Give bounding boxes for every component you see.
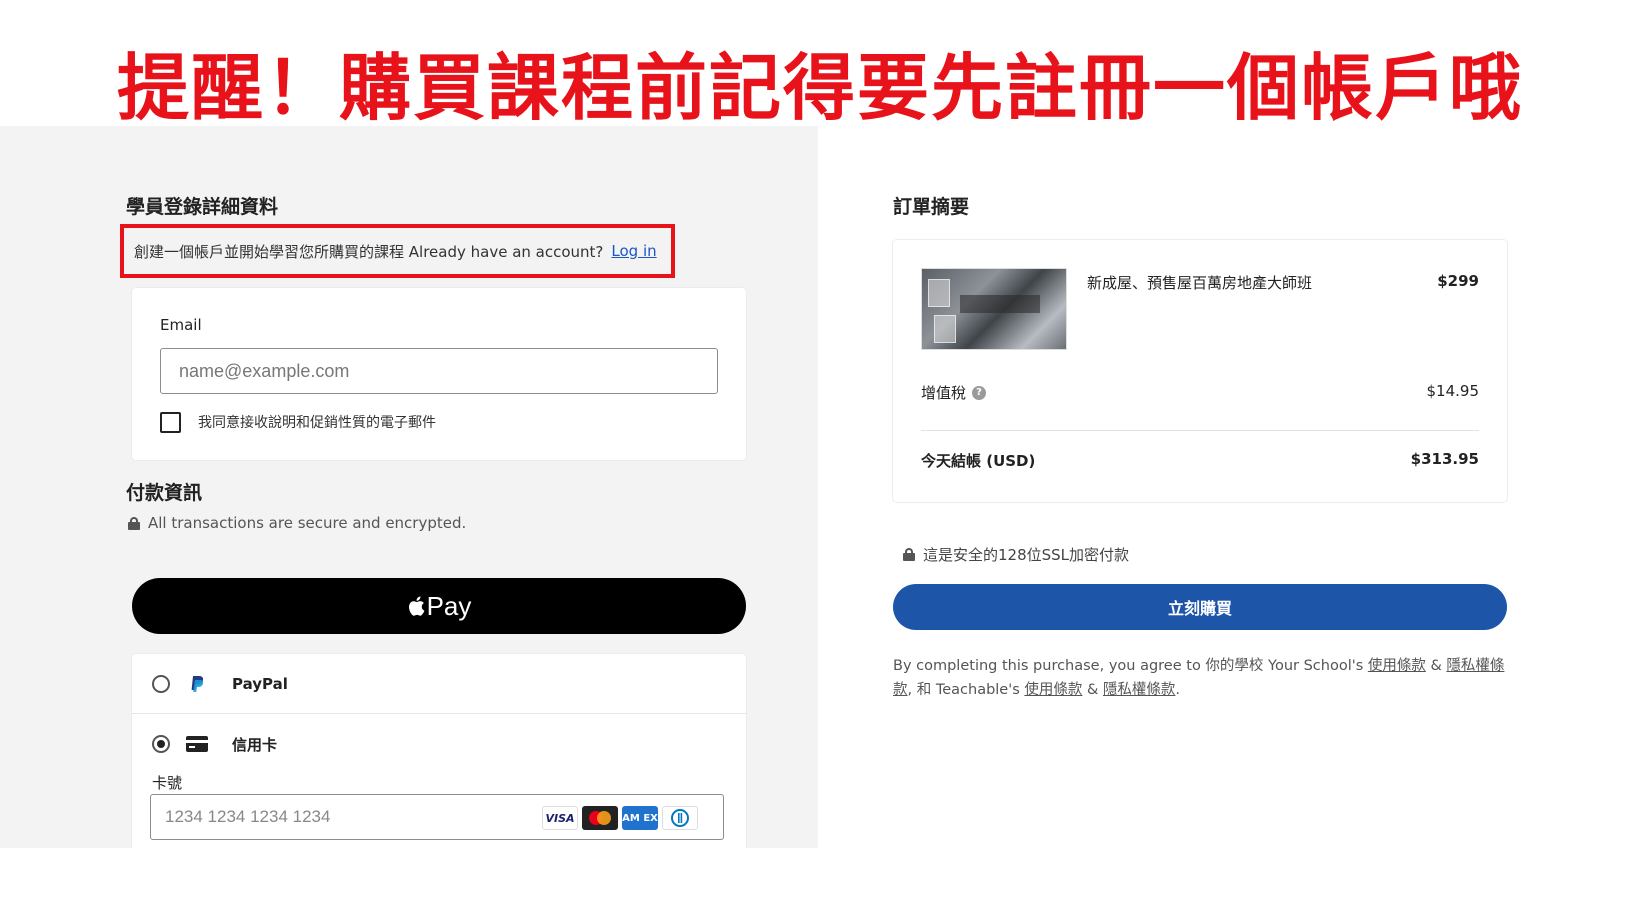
ssl-secure-note: 這是安全的128位SSL加密付款 (903, 544, 1129, 565)
paypal-icon (186, 675, 208, 693)
terms-amp: & (1087, 682, 1099, 698)
order-summary-heading: 訂單摘要 (893, 196, 970, 218)
payment-secure-note: All transactions are secure and encrypte… (128, 514, 466, 532)
card-number-label: 卡號 (152, 774, 183, 792)
terms-notice: By completing this purchase, you agree t… (893, 654, 1507, 702)
diners-icon (662, 806, 698, 830)
login-prompt-highlight: 創建一個帳戶並開始學習您所購買的課程 Already have an accou… (120, 224, 675, 278)
course-price: $299 (1437, 272, 1479, 290)
visa-icon: VISA (542, 806, 578, 830)
tax-value: $14.95 (1426, 382, 1480, 400)
amex-icon: AM EX (622, 806, 658, 830)
email-card: Email 我同意接收說明和促銷性質的電子郵件 (132, 288, 746, 460)
apple-pay-button[interactable]: Pay (132, 578, 746, 634)
payment-method-credit-card[interactable]: 信用卡 (132, 714, 746, 774)
school-terms-link[interactable]: 使用條款 (1368, 658, 1426, 674)
credit-card-radio[interactable] (152, 735, 170, 753)
total-value: $313.95 (1410, 450, 1479, 468)
teachable-terms-link[interactable]: 使用條款 (1024, 682, 1082, 698)
help-icon[interactable]: ? (972, 385, 987, 400)
buy-now-button[interactable]: 立刻購買 (893, 584, 1507, 630)
login-prompt-text: 創建一個帳戶並開始學習您所購買的課程 Already have an accou… (134, 242, 604, 261)
marketing-consent-label: 我同意接收說明和促銷性質的電子郵件 (198, 415, 436, 431)
credit-card-icon (186, 735, 208, 753)
paypal-label: PayPal (232, 674, 288, 693)
mastercard-icon (582, 806, 618, 830)
lock-icon (903, 548, 915, 561)
ssl-secure-text: 這是安全的128位SSL加密付款 (923, 546, 1130, 564)
terms-intro: By completing this purchase, you agree t… (893, 658, 1364, 674)
summary-divider (921, 430, 1479, 431)
payment-method-paypal[interactable]: PayPal (132, 654, 746, 714)
terms-mid: , 和 Teachable's (907, 682, 1020, 698)
teachable-privacy-link[interactable]: 隱私權條款 (1103, 682, 1176, 698)
login-link[interactable]: Log in (611, 242, 656, 260)
lock-icon (128, 516, 140, 530)
reminder-banner: 提醒！購買課程前記得要先註冊一個帳戶哦 (116, 46, 1523, 130)
credit-card-label: 信用卡 (232, 735, 278, 754)
email-field[interactable] (160, 348, 718, 394)
payment-info-heading: 付款資訊 (126, 482, 203, 504)
apple-icon (408, 596, 424, 616)
payment-secure-text: All transactions are secure and encrypte… (148, 514, 467, 532)
paypal-radio[interactable] (152, 674, 170, 693)
card-brand-logos: VISA AM EX (542, 806, 698, 830)
order-summary-card: 新成屋、預售屋百萬房地產大師班 $299 增值稅 ? $14.95 今天結帳 (… (893, 240, 1507, 502)
payment-methods-card: PayPal 信用卡 卡號 VISA AM EX (132, 654, 746, 848)
course-thumbnail (921, 268, 1067, 350)
terms-end: . (1175, 682, 1181, 698)
email-label: Email (160, 316, 202, 334)
student-details-heading: 學員登錄詳細資料 (126, 196, 279, 218)
terms-amp: & (1430, 658, 1442, 674)
apple-pay-label: Pay (426, 590, 472, 621)
course-name: 新成屋、預售屋百萬房地產大師班 (1087, 274, 1313, 292)
checkout-form-panel: 學員登錄詳細資料 創建一個帳戶並開始學習您所購買的課程 Already have… (0, 126, 818, 848)
total-label: 今天結帳 (USD) (921, 452, 1036, 470)
tax-label: 增值稅 (921, 384, 967, 402)
tax-row: 增值稅 ? (921, 382, 987, 403)
marketing-consent-checkbox[interactable] (160, 412, 181, 433)
